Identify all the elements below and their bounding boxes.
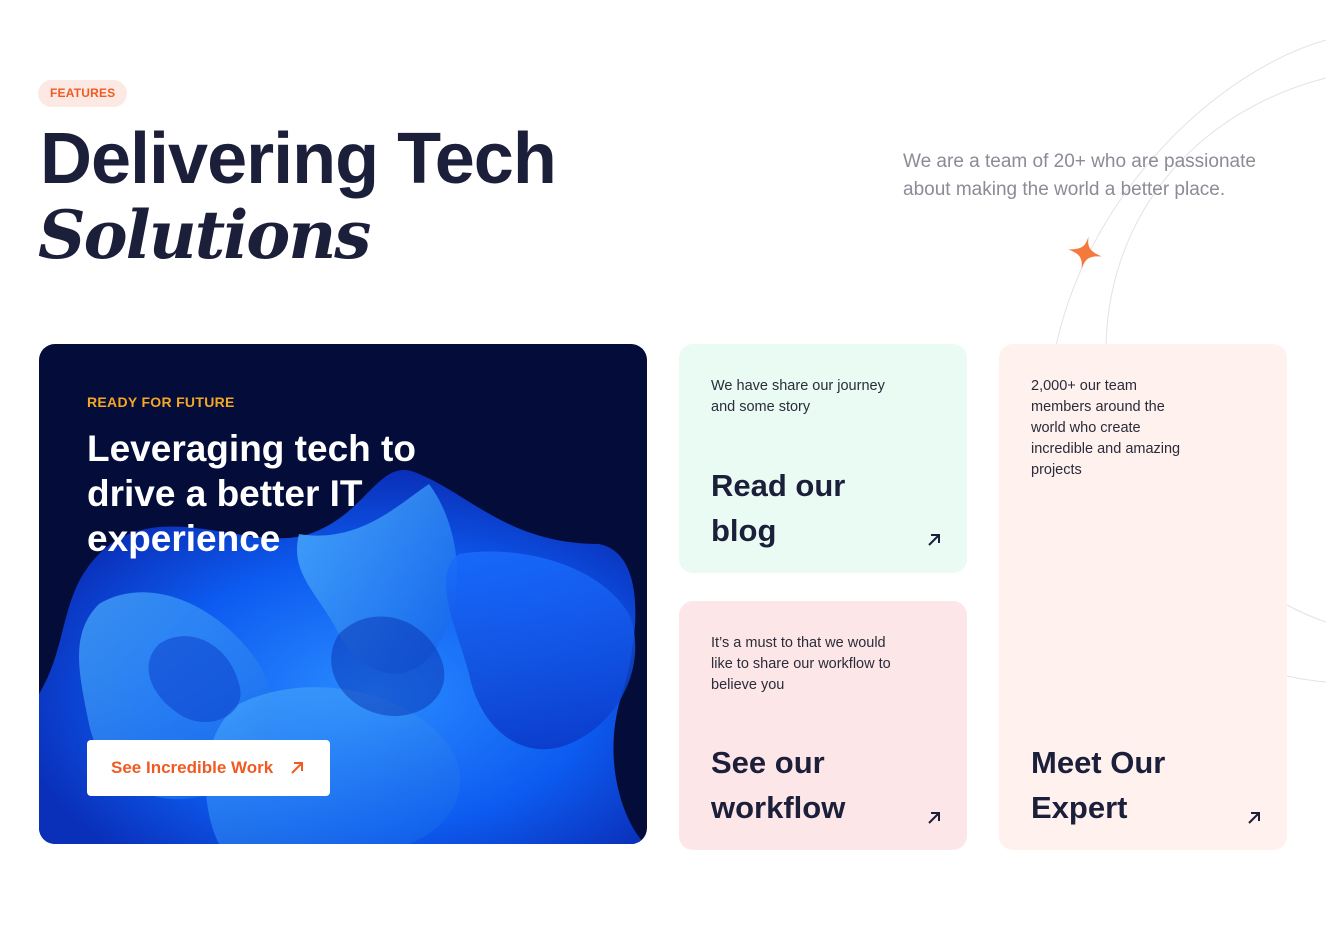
workflow-title: See our workflow [711, 745, 846, 825]
workflow-description: It’s a must to that we would like to sha… [711, 635, 891, 693]
arrow-up-right-icon [291, 762, 304, 774]
features-tag: FEATURES [38, 80, 128, 107]
intro-text: We are a team of 20+ who are passionate … [903, 151, 1256, 200]
hero-card: READY FOR FUTURE Leveraging tech to driv… [39, 344, 647, 844]
hero-headline: Leveraging tech to drive a better IT exp… [87, 428, 416, 559]
cta-label: See Incredible Work [111, 758, 274, 777]
arrow-up-right-icon[interactable] [926, 810, 942, 826]
see-incredible-work-button[interactable]: See Incredible Work [87, 740, 330, 796]
expert-description: 2,000+ our team members around the world… [1031, 378, 1181, 478]
expert-title: Meet Our Expert [1031, 745, 1166, 825]
sparkle-star-icon [1068, 236, 1102, 270]
hero-eyebrow: READY FOR FUTURE [87, 394, 235, 410]
page-title-italic: Solutions [38, 196, 371, 274]
arrow-up-right-icon[interactable] [926, 532, 942, 548]
page-title: Delivering Tech [40, 119, 557, 199]
blog-description: We have share our journey and some story [711, 378, 885, 415]
blog-title: Read our blog [711, 468, 846, 548]
see-workflow-card[interactable]: It’s a must to that we would like to sha… [679, 601, 967, 850]
meet-expert-card[interactable]: 2,000+ our team members around the world… [999, 344, 1287, 850]
read-blog-card[interactable]: We have share our journey and some story… [679, 344, 967, 573]
arrow-up-right-icon[interactable] [1246, 810, 1262, 826]
